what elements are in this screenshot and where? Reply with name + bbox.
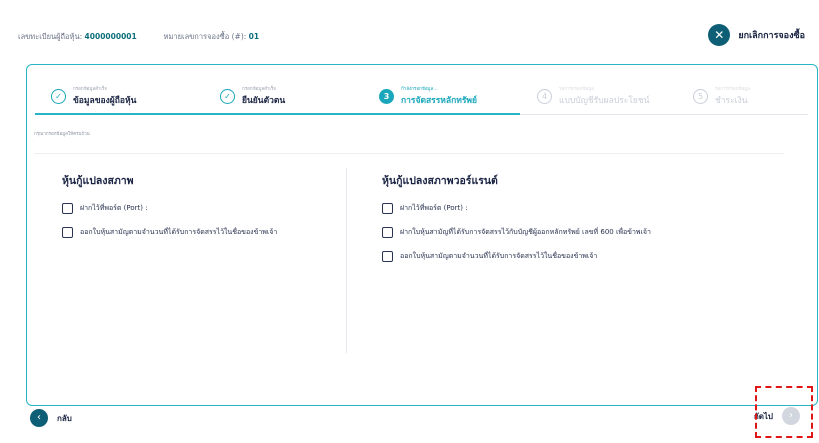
step-payment: 5 รอการกรอกข้อมูล ชำระเงิน	[693, 85, 750, 107]
reg-value: 4000000001	[84, 32, 137, 41]
checkbox[interactable]	[382, 227, 393, 238]
option-issue-certificate[interactable]: ออกใบหุ้นสามัญตามจำนวนที่ได้รับการจัดสรร…	[382, 251, 672, 262]
close-icon: ✕	[708, 24, 731, 46]
step-number-icon: 4	[537, 88, 552, 104]
option-label: ออกใบหุ้นสามัญตามจำนวนที่ได้รับการจัดสรร…	[80, 228, 278, 236]
step-label: การจัดสรรหลักทรัพย์	[401, 96, 478, 106]
checkbox[interactable]	[382, 251, 393, 262]
column-divider	[346, 168, 347, 353]
step-status: กรอกข้อมูลสำเร็จ	[73, 87, 107, 92]
option-label: ฝากไว้ที่พอร์ต (Port) :	[80, 204, 148, 212]
registration-info: เลขทะเบียนผู้ถือหุ้น: 4000000001 หมายเลข…	[18, 31, 259, 43]
stepper-progress-fill	[35, 113, 520, 115]
option-label: ฝากใบหุ้นสามัญที่ได้รับการจัดสรรไว้กับบั…	[400, 228, 651, 236]
step-allocation[interactable]: 3 กำลังกรอกข้อมูล... การจัดสรรหลักทรัพย์	[379, 85, 477, 107]
cancel-subscription-button[interactable]: ✕ ยกเลิกการจองซื้อ	[708, 24, 805, 46]
step-label: แบบบัญชีรับผลประโยชน์	[559, 96, 650, 106]
step-status: กำลังกรอกข้อมูล...	[401, 87, 438, 92]
chevron-left-icon: ‹	[30, 409, 48, 427]
option-label: ฝากไว้ที่พอร์ต (Port) :	[400, 204, 468, 212]
divider	[34, 153, 784, 154]
checkbox[interactable]	[62, 227, 73, 238]
step-verify-identity[interactable]: ✓ กรอกข้อมูลสำเร็จ ยืนยันตัวตน	[220, 85, 285, 107]
step-label: ยืนยันตัวตน	[242, 96, 286, 106]
step-number-icon: 5	[693, 88, 708, 104]
order-value: 01	[248, 32, 260, 41]
option-issue-certificate[interactable]: ออกใบหุ้นสามัญตามจำนวนที่ได้รับการจัดสรร…	[62, 227, 332, 238]
step-beneficiary: 4 รอการกรอกข้อมูล แบบบัญชีรับผลประโยชน์	[537, 85, 649, 107]
stepper-progress-bar	[35, 113, 808, 115]
form-hint: กรุณากรอกข้อมูลให้ครบถ้วน	[34, 132, 90, 137]
back-button[interactable]: ‹ กลับ	[30, 409, 72, 427]
stepper: ✓ กรอกข้อมูลสำเร็จ ข้อมูลของผู้ถือหุ้น ✓…	[27, 65, 817, 115]
section-title: หุ้นกู้แปลงสภาพ	[62, 175, 134, 187]
convertible-bond-warrant-section: หุ้นกู้แปลงสภาพวอร์แรนต์ ฝากไว้ที่พอร์ต …	[382, 172, 672, 275]
cancel-label: ยกเลิกการจองซื้อ	[738, 31, 805, 41]
option-label: ออกใบหุ้นสามัญตามจำนวนที่ได้รับการจัดสรร…	[400, 252, 598, 260]
highlight-box	[755, 386, 813, 438]
checkbox[interactable]	[382, 203, 393, 214]
check-icon: ✓	[220, 88, 235, 104]
option-issuer-account[interactable]: ฝากใบหุ้นสามัญที่ได้รับการจัดสรรไว้กับบั…	[382, 227, 672, 238]
step-status: รอการกรอกข้อมูล	[559, 87, 594, 92]
convertible-bond-section: หุ้นกู้แปลงสภาพ ฝากไว้ที่พอร์ต (Port) : …	[62, 172, 332, 251]
checkbox[interactable]	[62, 203, 73, 214]
option-port-deposit[interactable]: ฝากไว้ที่พอร์ต (Port) :	[62, 203, 332, 214]
step-label: ชำระเงิน	[715, 96, 748, 106]
check-icon: ✓	[51, 88, 66, 104]
section-title: หุ้นกู้แปลงสภาพวอร์แรนต์	[382, 175, 498, 187]
step-shareholder-info[interactable]: ✓ กรอกข้อมูลสำเร็จ ข้อมูลของผู้ถือหุ้น	[51, 85, 136, 107]
step-status: รอการกรอกข้อมูล	[715, 87, 750, 92]
top-bar: เลขทะเบียนผู้ถือหุ้น: 4000000001 หมายเลข…	[0, 0, 819, 60]
order-label: หมายเลขการจองซื้อ (#):	[163, 32, 247, 41]
option-port-deposit[interactable]: ฝากไว้ที่พอร์ต (Port) :	[382, 203, 672, 214]
step-label: ข้อมูลของผู้ถือหุ้น	[73, 96, 137, 106]
back-label: กลับ	[57, 413, 72, 423]
reg-label: เลขทะเบียนผู้ถือหุ้น:	[18, 32, 83, 41]
step-number-icon: 3	[379, 88, 394, 104]
step-status: กรอกข้อมูลสำเร็จ	[242, 87, 276, 92]
